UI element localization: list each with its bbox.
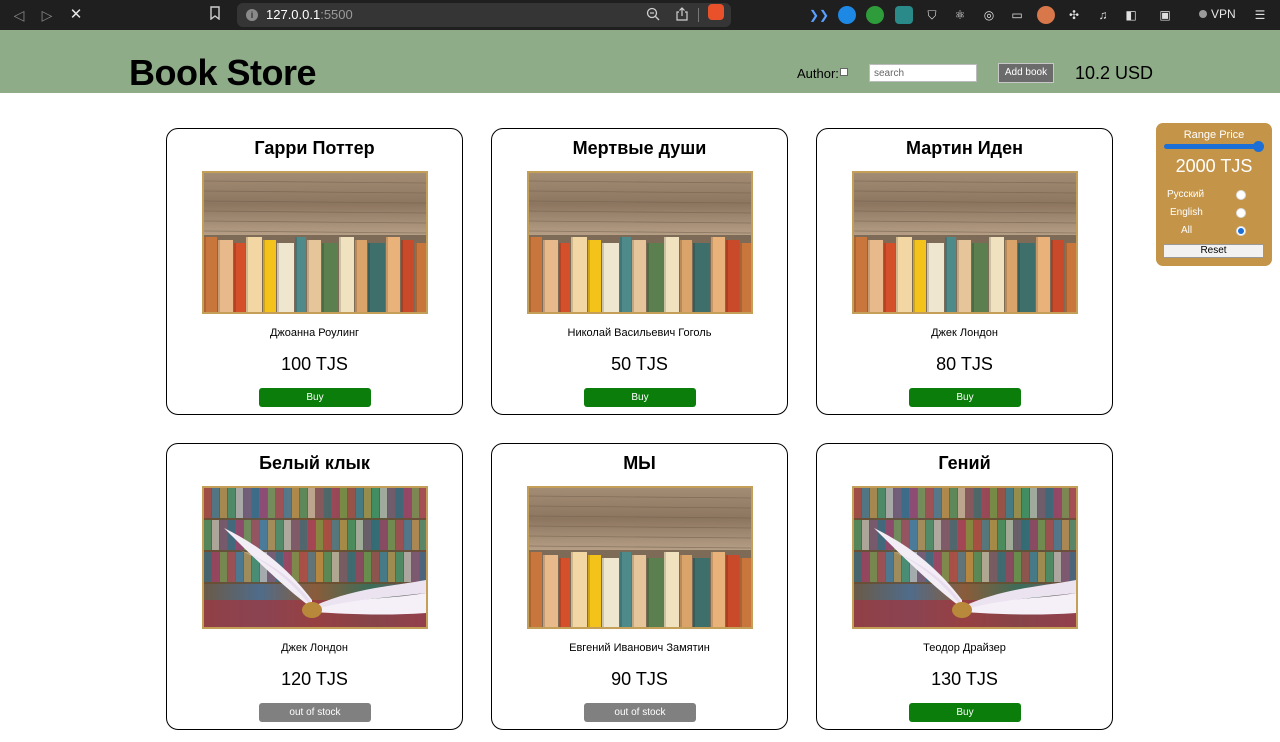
book-price: 90 TJS	[611, 669, 668, 689]
language-label: English	[1170, 207, 1203, 218]
url-host: 127.0.0.1	[266, 7, 321, 22]
extension-grid-icon[interactable]	[895, 6, 913, 24]
language-radio[interactable]	[1236, 190, 1246, 200]
vpn-button[interactable]: VPN	[1199, 7, 1236, 21]
book-cover-image	[527, 486, 753, 629]
book-title: Мертвые души	[572, 138, 707, 158]
extension-wave-icon[interactable]: ❯❯	[809, 6, 829, 24]
book-author: Джек Лондон	[281, 642, 348, 654]
price-range-value: 2000 TJS	[1175, 156, 1253, 176]
buy-button[interactable]: Buy	[909, 388, 1021, 407]
url-text: 127.0.0.1:5500	[266, 7, 353, 22]
extension-shield-icon[interactable]: ⛉	[923, 6, 941, 24]
zoom-icon[interactable]	[645, 7, 661, 23]
book-card: Гений Теодор Драйзер 130 TJS Buy	[816, 443, 1113, 730]
address-bar[interactable]: i 127.0.0.1:5500	[237, 3, 731, 27]
stop-loading-icon[interactable]: ✕	[67, 6, 85, 24]
add-book-button[interactable]: Add book	[998, 63, 1054, 83]
book-cover-image	[852, 486, 1078, 629]
author-checkbox[interactable]	[840, 68, 848, 76]
forward-icon[interactable]: ▷	[38, 6, 56, 24]
book-cover-image	[202, 486, 428, 629]
extension-avatar-icon[interactable]	[1037, 6, 1055, 24]
language-option[interactable]: All	[1156, 224, 1272, 238]
book-price: 130 TJS	[931, 669, 998, 689]
extensions-puzzle-icon[interactable]: ✣	[1065, 6, 1083, 24]
book-card: Гарри Поттер Джоанна Роулинг 100 TJS Buy	[166, 128, 463, 415]
author-filter-label: Author:	[797, 66, 839, 81]
language-option[interactable]: Русский	[1156, 188, 1272, 202]
language-label: Русский	[1167, 189, 1205, 200]
book-title: Гений	[938, 453, 991, 473]
search-input[interactable]	[869, 64, 977, 82]
book-title: Белый клык	[259, 453, 370, 473]
book-title: Мартин Иден	[906, 138, 1023, 158]
browser-toolbar: ◁ ▷ ✕ i 127.0.0.1:5500 ❯❯ ⛉ ⚛ ◎ ▭ ✣ ♫ ◧ …	[0, 0, 1280, 30]
buy-button[interactable]: Buy	[909, 703, 1021, 722]
url-port: :5500	[320, 7, 353, 22]
book-author: Теодор Драйзер	[923, 642, 1006, 654]
out-of-stock-button[interactable]: out of stock	[259, 703, 371, 722]
book-author: Николай Васильевич Гоголь	[567, 327, 712, 339]
price-range-thumb[interactable]	[1253, 141, 1264, 152]
brave-shield-icon[interactable]	[708, 4, 724, 20]
out-of-stock-button[interactable]: out of stock	[584, 703, 696, 722]
book-price: 100 TJS	[281, 354, 348, 374]
book-cover-image	[527, 171, 753, 314]
language-radio[interactable]	[1236, 226, 1246, 236]
book-card: Мартин Иден Джек Лондон 80 TJS Buy	[816, 128, 1113, 415]
site-info-icon[interactable]: i	[246, 9, 258, 21]
book-title: МЫ	[623, 453, 656, 473]
extension-target-icon[interactable]: ◎	[980, 6, 998, 24]
range-price-label: Range Price	[1183, 129, 1245, 141]
book-title: Гарри Поттер	[254, 138, 375, 158]
divider	[698, 8, 699, 22]
language-option[interactable]: English	[1156, 206, 1272, 220]
extension-react-icon[interactable]: ⚛	[951, 6, 969, 24]
balance-display: 10.2 USD	[1075, 63, 1154, 83]
book-price: 120 TJS	[281, 669, 348, 689]
language-label: All	[1181, 225, 1193, 236]
site-header: Book Store Author: Add book 10.2 USD	[0, 30, 1280, 93]
share-icon[interactable]	[674, 7, 690, 23]
price-range-slider[interactable]	[1164, 144, 1259, 149]
page-title: Book Store	[129, 52, 317, 93]
book-author: Джоанна Роулинг	[269, 327, 360, 339]
buy-button[interactable]: Buy	[584, 388, 696, 407]
wallet-icon[interactable]: ▣	[1156, 6, 1174, 24]
filter-panel: Range Price 2000 TJS Русский English All R…	[1156, 123, 1272, 266]
book-author: Джек Лондон	[931, 327, 998, 339]
extension-reader-icon[interactable]: ▭	[1008, 6, 1026, 24]
extension-sync-icon[interactable]	[838, 6, 856, 24]
book-price: 50 TJS	[611, 354, 668, 374]
reset-button[interactable]: Reset	[1163, 244, 1264, 258]
back-icon[interactable]: ◁	[10, 6, 28, 24]
book-cover-image	[852, 171, 1078, 314]
book-card: МЫ Евгений Иванович Замятин 90 TJS out of s…	[491, 443, 788, 730]
book-price: 80 TJS	[936, 354, 993, 374]
menu-icon[interactable]: ☰	[1251, 6, 1269, 24]
media-music-icon[interactable]: ♫	[1094, 6, 1112, 24]
buy-button[interactable]: Buy	[259, 388, 371, 407]
book-card: Белый клык Джек Лондон 120 TJS out of stock	[166, 443, 463, 730]
bookmark-icon[interactable]	[206, 6, 224, 24]
book-card: Мертвые души Николай Васильевич Гоголь 50 …	[491, 128, 788, 415]
book-cover-image	[202, 171, 428, 314]
book-author: Евгений Иванович Замятин	[569, 642, 710, 654]
language-radio[interactable]	[1236, 208, 1246, 218]
extension-color-icon[interactable]	[866, 6, 884, 24]
sidebar-toggle-icon[interactable]: ◧	[1122, 6, 1140, 24]
